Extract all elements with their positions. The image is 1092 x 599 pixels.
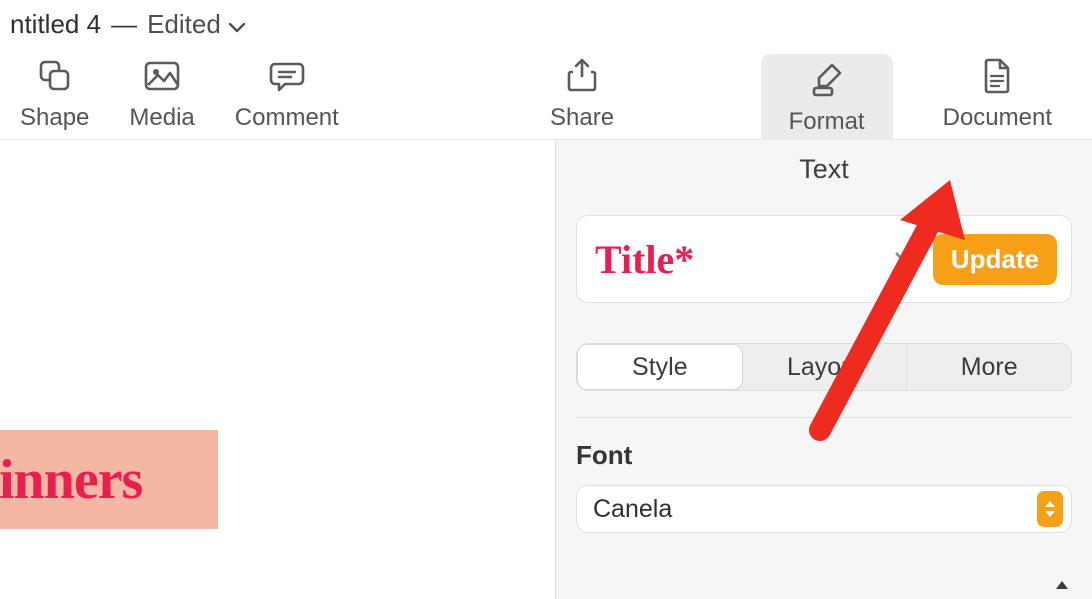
media-icon	[144, 56, 180, 96]
tab-layout[interactable]: Layout	[743, 344, 908, 390]
inspector-title: Text	[556, 140, 1092, 189]
paragraph-style-name[interactable]: Title*	[595, 236, 879, 283]
text-selection: inners	[0, 430, 218, 529]
paragraph-style-card: Title* Update	[576, 215, 1072, 303]
comment-icon	[269, 56, 305, 96]
stepper-icon[interactable]	[1037, 491, 1063, 527]
document-status[interactable]: Edited	[147, 9, 221, 40]
main-area: inners Text Title* Update Style Layout M…	[0, 140, 1092, 599]
toolbar: Shape Media Comment	[0, 48, 1092, 140]
format-button[interactable]: Format	[761, 54, 893, 146]
format-icon	[810, 60, 844, 100]
font-section-label: Font	[576, 440, 1072, 471]
document-button[interactable]: Document	[923, 56, 1072, 132]
document-canvas[interactable]: inners	[0, 140, 555, 599]
media-label: Media	[129, 104, 194, 132]
format-label: Format	[789, 108, 865, 136]
document-label: Document	[943, 104, 1052, 132]
selected-text: inners	[0, 448, 142, 512]
window-titlebar: ntitled 4 — Edited	[0, 0, 1092, 48]
font-family-select[interactable]: Canela	[576, 485, 1072, 533]
document-title: ntitled 4	[10, 9, 101, 40]
share-icon	[567, 56, 597, 96]
share-label: Share	[550, 104, 614, 132]
tab-style[interactable]: Style	[577, 344, 743, 390]
comment-label: Comment	[235, 104, 339, 132]
inspector-panel: Text Title* Update Style Layout More Fon…	[555, 140, 1092, 599]
chevron-down-icon[interactable]	[229, 9, 245, 40]
media-button[interactable]: Media	[109, 56, 214, 132]
shape-label: Shape	[20, 104, 89, 132]
inspector-tabs: Style Layout More	[576, 343, 1072, 391]
update-style-button[interactable]: Update	[933, 234, 1057, 285]
tab-more[interactable]: More	[907, 344, 1071, 390]
shape-icon	[38, 56, 72, 96]
shape-button[interactable]: Shape	[0, 56, 109, 132]
title-separator: —	[111, 9, 137, 40]
share-button[interactable]: Share	[530, 56, 634, 132]
chevron-up-icon[interactable]	[1050, 581, 1074, 597]
document-icon	[982, 56, 1012, 96]
divider	[576, 417, 1072, 418]
comment-button[interactable]: Comment	[215, 56, 359, 132]
font-family-value: Canela	[593, 495, 1037, 524]
chevron-down-icon[interactable]	[891, 252, 921, 266]
font-section: Font Canela	[576, 440, 1072, 533]
